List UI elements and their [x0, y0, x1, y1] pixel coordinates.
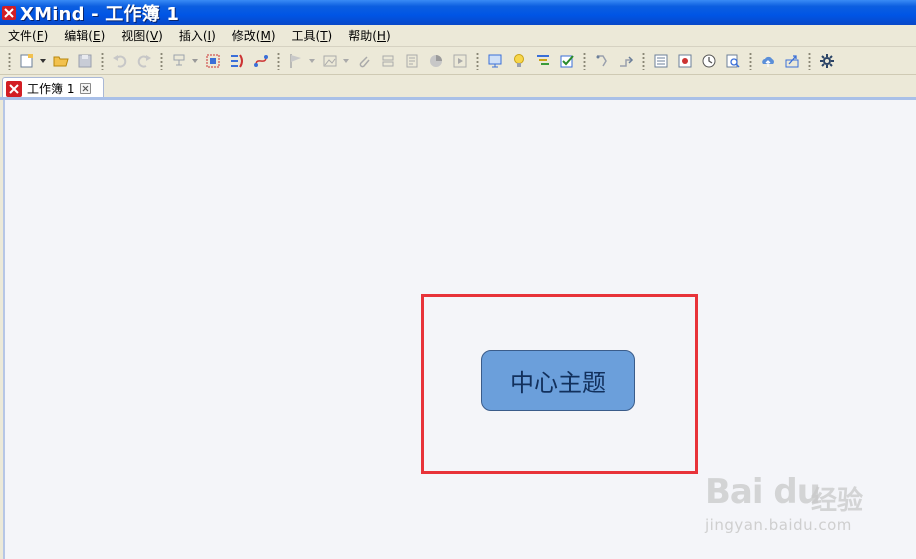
tab-label: 工作簿 1	[27, 82, 75, 96]
save-icon[interactable]	[75, 51, 95, 71]
topic-dropdown-icon[interactable]	[191, 51, 199, 71]
marker-flag-icon[interactable]	[286, 51, 306, 71]
editor-tab-strip: 工作簿 1	[0, 75, 916, 99]
overview-icon[interactable]	[675, 51, 695, 71]
attachment-icon[interactable]	[354, 51, 374, 71]
new-workbook-icon[interactable]	[17, 51, 37, 71]
outline-view-icon[interactable]	[651, 51, 671, 71]
watermark-product: 经验	[811, 486, 864, 516]
toolbar-grip[interactable]	[8, 51, 11, 70]
menu-bar: 文件(F) 编辑(E) 视图(V) 插入(I) 修改(M) 工具(T) 帮助(H…	[0, 25, 916, 47]
relationship-icon[interactable]	[251, 51, 271, 71]
menu-insert[interactable]: 插入(I)	[173, 25, 222, 47]
menu-tools[interactable]: 工具(T)	[286, 25, 339, 47]
menu-view[interactable]: 视图(V)	[115, 25, 169, 47]
toolbar-separator	[642, 51, 645, 70]
drill-up-icon[interactable]	[616, 51, 636, 71]
baidu-jingyan-watermark: Bai du 经验 jingyan.baidu.com	[705, 462, 905, 542]
clock-icon[interactable]	[699, 51, 719, 71]
tab-workbook-1[interactable]: 工作簿 1	[2, 77, 104, 99]
close-icon[interactable]	[80, 83, 92, 94]
image-dropdown-icon[interactable]	[342, 51, 350, 71]
find-icon[interactable]	[723, 51, 743, 71]
menu-edit[interactable]: 编辑(E)	[58, 25, 111, 47]
marker-dropdown-icon[interactable]	[308, 51, 316, 71]
xmind-logo-icon	[2, 5, 16, 20]
toolbar-separator	[749, 51, 752, 70]
pie-chart-icon[interactable]	[426, 51, 446, 71]
upload-cloud-icon[interactable]	[758, 51, 778, 71]
watermark-url: jingyan.baidu.com	[705, 516, 852, 534]
xmind-file-icon	[6, 80, 22, 97]
gear-icon[interactable]	[817, 51, 837, 71]
summary-icon[interactable]	[227, 51, 247, 71]
toolbar	[0, 47, 916, 75]
notes-icon[interactable]	[402, 51, 422, 71]
toolbar-separator	[160, 51, 163, 70]
undo-icon[interactable]	[110, 51, 130, 71]
image-icon[interactable]	[320, 51, 340, 71]
menu-help[interactable]: 帮助(H)	[342, 25, 396, 47]
toolbar-separator	[583, 51, 586, 70]
presentation-icon[interactable]	[485, 51, 505, 71]
title-bar: XMind - 工作簿 1	[0, 0, 916, 25]
gantt-icon[interactable]	[533, 51, 553, 71]
toolbar-separator	[808, 51, 811, 70]
redo-icon[interactable]	[134, 51, 154, 71]
topic-icon[interactable]	[169, 51, 189, 71]
window-title: XMind - 工作簿 1	[20, 3, 180, 25]
label-icon[interactable]	[378, 51, 398, 71]
open-folder-icon[interactable]	[51, 51, 71, 71]
new-dropdown-icon[interactable]	[39, 51, 47, 71]
watermark-brand: Bai du	[705, 472, 821, 512]
toolbar-separator	[476, 51, 479, 70]
menu-modify[interactable]: 修改(M)	[226, 25, 282, 47]
brainstorm-lightbulb-icon[interactable]	[509, 51, 529, 71]
toolbar-separator	[277, 51, 280, 70]
drill-down-icon[interactable]	[592, 51, 612, 71]
toolbar-separator	[101, 51, 104, 70]
export-icon[interactable]	[782, 51, 802, 71]
task-check-icon[interactable]	[557, 51, 577, 71]
play-icon[interactable]	[450, 51, 470, 71]
boundary-icon[interactable]	[203, 51, 223, 71]
menu-file[interactable]: 文件(F)	[2, 25, 54, 47]
central-topic[interactable]: 中心主题	[481, 350, 635, 411]
